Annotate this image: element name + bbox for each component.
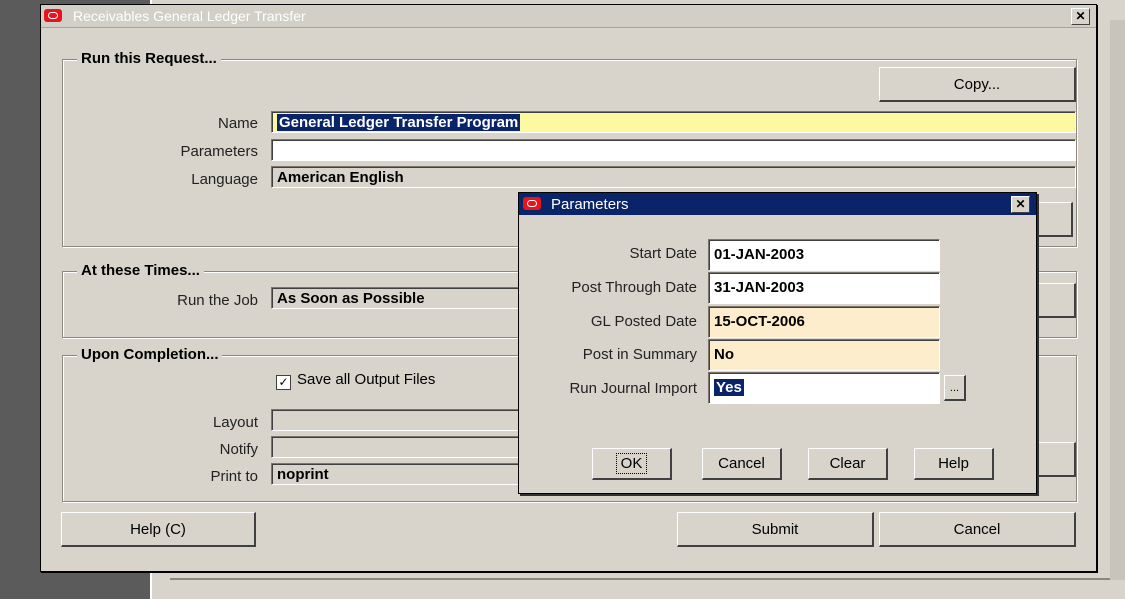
- notify-field[interactable]: [271, 436, 531, 458]
- gl-posted-date-field[interactable]: 15-OCT-2006: [708, 306, 940, 338]
- background-divider: [170, 578, 1125, 580]
- parameters-field[interactable]: [271, 139, 1076, 161]
- dialog-ok-button[interactable]: OK: [592, 448, 672, 480]
- run-journal-import-value: Yes: [714, 379, 744, 396]
- print-to-field[interactable]: noprint: [271, 463, 531, 485]
- window-title: Receivables General Ledger Transfer: [73, 8, 306, 24]
- param-label-run-journal-import: Run Journal Import: [569, 380, 697, 397]
- help-button[interactable]: Help (C): [61, 512, 256, 547]
- name-field[interactable]: General Ledger Transfer Program: [271, 111, 1076, 133]
- param-label-post-in-summary: Post in Summary: [582, 346, 697, 363]
- name-label: Name: [217, 115, 258, 132]
- submit-button-label: Submit: [751, 520, 799, 538]
- language-field[interactable]: American English: [271, 166, 1076, 188]
- save-output-checkbox[interactable]: ✓: [276, 375, 291, 390]
- oracle-logo-icon: [523, 197, 541, 210]
- run-job-field[interactable]: As Soon as Possible: [271, 287, 531, 309]
- options-button[interactable]: [1036, 442, 1076, 477]
- lov-button-label: ...: [949, 381, 960, 394]
- param-label-start-date: Start Date: [629, 245, 697, 262]
- parameters-dialog: Parameters ✕ Start Date 01-JAN-2003 Post…: [518, 192, 1037, 494]
- dialog-cancel-button[interactable]: Cancel: [702, 448, 782, 480]
- background-scrollbar: [1110, 20, 1125, 580]
- run-job-label: Run the Job: [177, 292, 258, 309]
- run-request-heading: Run this Request...: [77, 50, 221, 67]
- dialog-ok-label: OK: [615, 453, 648, 474]
- dialog-cancel-label: Cancel: [718, 455, 765, 472]
- save-output-label: Save all Output Files: [297, 371, 436, 388]
- dialog-title: Parameters: [551, 196, 629, 213]
- oracle-logo-icon: [44, 9, 62, 22]
- layout-field[interactable]: [271, 409, 531, 431]
- main-window-titlebar: Receivables General Ledger Transfer ✕: [41, 5, 1096, 28]
- start-date-field[interactable]: 01-JAN-2003: [708, 239, 940, 271]
- name-field-value: General Ledger Transfer Program: [277, 114, 521, 131]
- cancel-button-label: Cancel: [953, 520, 1001, 538]
- help-button-label: Help (C): [130, 520, 186, 538]
- copy-button[interactable]: Copy...: [879, 67, 1076, 102]
- parameters-dialog-titlebar: Parameters ✕: [519, 193, 1036, 215]
- notify-label: Notify: [219, 441, 258, 458]
- submit-button[interactable]: Submit: [677, 512, 874, 547]
- param-label-post-through-date: Post Through Date: [571, 279, 697, 296]
- schedule-heading: At these Times...: [77, 262, 204, 279]
- dialog-help-label: Help: [938, 455, 969, 472]
- param-label-gl-posted-date: GL Posted Date: [590, 313, 697, 330]
- completion-heading: Upon Completion...: [77, 346, 223, 363]
- print-to-label: Print to: [210, 468, 258, 485]
- cancel-button[interactable]: Cancel: [879, 512, 1076, 547]
- run-journal-import-field[interactable]: Yes: [708, 372, 940, 404]
- post-through-date-field[interactable]: 31-JAN-2003: [708, 272, 940, 304]
- schedule-button[interactable]: [1036, 283, 1076, 318]
- post-in-summary-field[interactable]: No: [708, 339, 940, 371]
- close-icon[interactable]: ✕: [1011, 196, 1030, 213]
- copy-button-label: Copy...: [953, 75, 1001, 93]
- close-icon[interactable]: ✕: [1071, 8, 1090, 25]
- dialog-clear-label: Clear: [829, 455, 866, 472]
- dialog-help-button[interactable]: Help: [914, 448, 994, 480]
- dialog-clear-button[interactable]: Clear: [808, 448, 888, 480]
- language-label: Language: [191, 171, 258, 188]
- parameters-label: Parameters: [180, 143, 258, 160]
- lov-button[interactable]: ...: [944, 375, 966, 401]
- layout-label: Layout: [212, 414, 258, 431]
